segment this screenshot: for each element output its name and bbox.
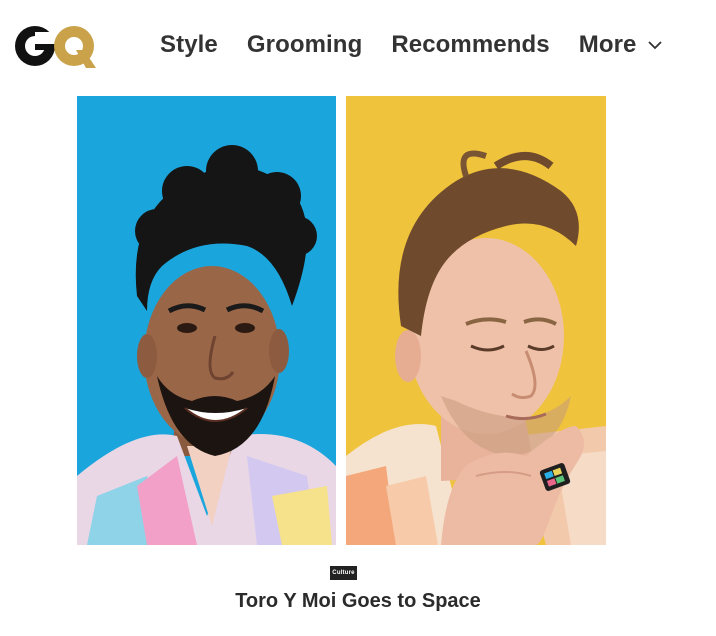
portrait-right-illustration: [346, 96, 606, 545]
portrait-left-illustration: [77, 96, 336, 545]
nav-item-recommends[interactable]: Recommends: [391, 30, 549, 60]
category-badge[interactable]: Culture: [330, 566, 357, 580]
hero-photo-right: [346, 96, 606, 545]
hero-image[interactable]: [77, 96, 606, 545]
nav-more-label: More: [578, 31, 637, 58]
nav-item-style[interactable]: Style: [160, 30, 218, 60]
chevron-down-icon: [648, 41, 663, 50]
site-header: Style Grooming Recommends More: [0, 0, 716, 96]
gq-logo[interactable]: [14, 24, 98, 68]
nav-item-grooming[interactable]: Grooming: [247, 30, 362, 60]
nav-item-more[interactable]: More: [579, 30, 663, 60]
article-title[interactable]: Toro Y Moi Goes to Space: [0, 590, 716, 613]
main-nav: Style Grooming Recommends More: [160, 30, 663, 60]
hero-photo-left: [77, 96, 336, 545]
